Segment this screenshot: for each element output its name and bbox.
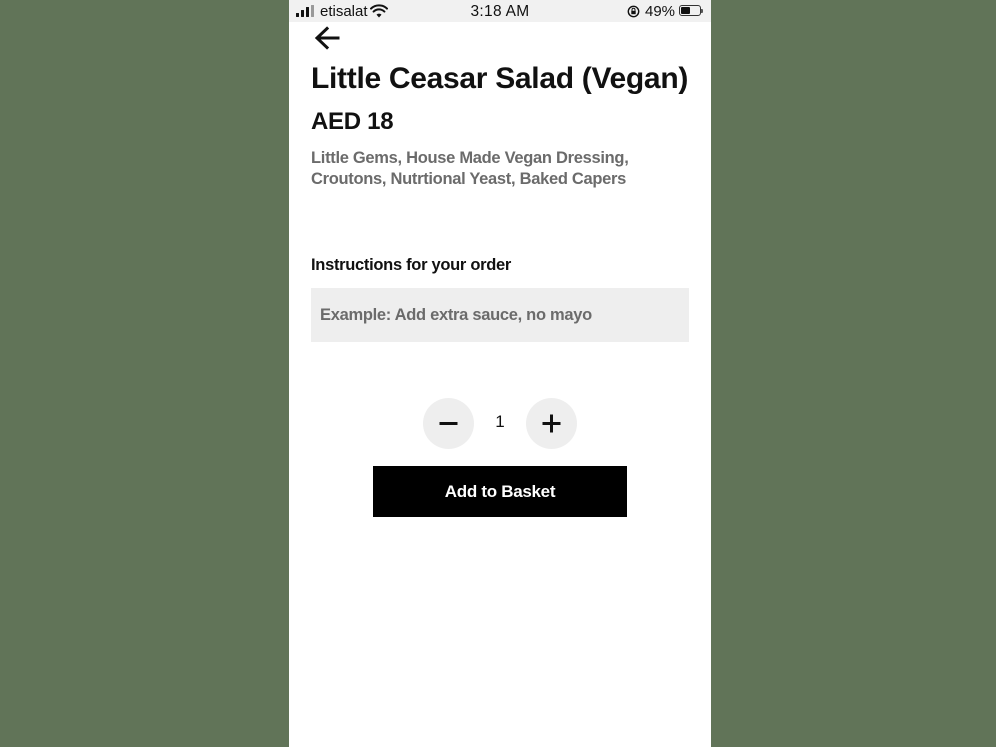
- battery-percent: 49%: [645, 3, 676, 20]
- back-button[interactable]: [312, 24, 342, 54]
- phone-screen: etisalat 3:18 AM 49% Little Ceasar Salad…: [289, 0, 711, 747]
- item-title: Little Ceasar Salad (Vegan): [311, 62, 689, 95]
- decrease-quantity-button[interactable]: [423, 398, 474, 449]
- instructions-label: Instructions for your order: [311, 256, 512, 274]
- arrow-left-icon: [314, 26, 340, 50]
- item-description: Little Gems, House Made Vegan Dressing, …: [311, 149, 629, 188]
- plus-icon: [542, 414, 561, 433]
- increase-quantity-button[interactable]: [526, 398, 577, 449]
- add-to-basket-button[interactable]: Add to Basket: [373, 466, 627, 517]
- battery-fill: [681, 7, 690, 14]
- quantity-value: 1: [495, 412, 505, 431]
- item-price: AED 18: [311, 108, 394, 135]
- minus-icon: [439, 422, 458, 425]
- instructions-input[interactable]: [311, 288, 689, 342]
- battery-icon: [679, 5, 703, 16]
- status-bar: etisalat 3:18 AM 49%: [289, 0, 711, 22]
- rotation-lock-icon: [627, 5, 640, 18]
